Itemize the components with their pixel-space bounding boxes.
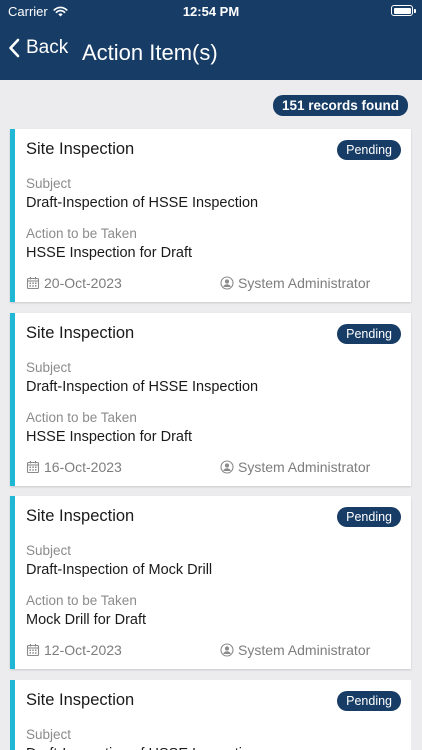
action-item-card[interactable]: Site Inspection Pending Subject Draft-In… (10, 496, 411, 669)
status-badge: Pending (337, 140, 401, 160)
user-value: System Administrator (238, 642, 371, 658)
date-value: 16-Oct-2023 (44, 459, 122, 475)
calendar-icon (26, 277, 40, 290)
card-title: Site Inspection (26, 507, 135, 525)
subject-label: Subject (26, 360, 72, 375)
subject-value: Draft-Inspection of HSSE Inspection (26, 195, 259, 211)
app-header: Carrier 12:54 PM Back Action Item(s) (0, 0, 422, 80)
date-value: 20-Oct-2023 (44, 275, 122, 291)
subject-value: Draft-Inspection of Mock Drill (26, 562, 213, 578)
card-title: Site Inspection (26, 324, 135, 342)
action-value: HSSE Inspection for Draft (26, 245, 193, 261)
status-badge: Pending (337, 691, 401, 711)
action-item-card[interactable]: Site Inspection Pending Subject Draft-In… (10, 129, 411, 302)
page-title: Action Item(s) (82, 40, 218, 65)
action-item-card[interactable]: Site Inspection Pending Subject Draft-In… (10, 680, 411, 750)
battery-icon (391, 5, 416, 16)
status-badge: Pending (337, 324, 401, 344)
user-row: System Administrator (220, 459, 370, 475)
chevron-left-icon (9, 38, 20, 58)
action-label: Action to be Taken (26, 226, 137, 241)
user-circle-icon (220, 643, 234, 657)
action-value: Mock Drill for Draft (26, 612, 147, 628)
card-title: Site Inspection (26, 140, 135, 158)
user-value: System Administrator (238, 459, 371, 475)
date-row: 12-Oct-2023 (26, 642, 122, 658)
date-row: 20-Oct-2023 (26, 275, 122, 291)
status-bar: Carrier 12:54 PM (0, 0, 422, 22)
subject-label: Subject (26, 727, 72, 742)
subject-value: Draft-Inspection of HSSE Inspection (26, 379, 259, 395)
subject-value: Draft-Inspection of HSSE Inspection (26, 746, 258, 750)
calendar-icon (26, 644, 40, 657)
action-label: Action to be Taken (26, 593, 137, 608)
status-badge: Pending (337, 507, 401, 527)
nav-bar: Back Action Item(s) (0, 32, 422, 72)
user-circle-icon (220, 460, 234, 474)
action-item-card[interactable]: Site Inspection Pending Subject Draft-In… (10, 313, 411, 486)
user-row: System Administrator (220, 275, 370, 291)
user-row: System Administrator (220, 642, 370, 658)
back-label: Back (26, 37, 69, 58)
user-circle-icon (220, 276, 234, 290)
records-count-badge: 151 records found (272, 95, 408, 116)
subject-label: Subject (26, 543, 72, 558)
user-value: System Administrator (238, 275, 371, 291)
action-label: Action to be Taken (26, 410, 137, 425)
card-title: Site Inspection (26, 691, 135, 709)
action-value: HSSE Inspection for Draft (26, 429, 193, 445)
status-time: 12:54 PM (182, 4, 240, 19)
date-row: 16-Oct-2023 (26, 459, 122, 475)
calendar-icon (26, 461, 40, 474)
back-button[interactable]: Back (8, 37, 68, 59)
date-value: 12-Oct-2023 (44, 642, 122, 658)
subject-label: Subject (26, 176, 72, 191)
